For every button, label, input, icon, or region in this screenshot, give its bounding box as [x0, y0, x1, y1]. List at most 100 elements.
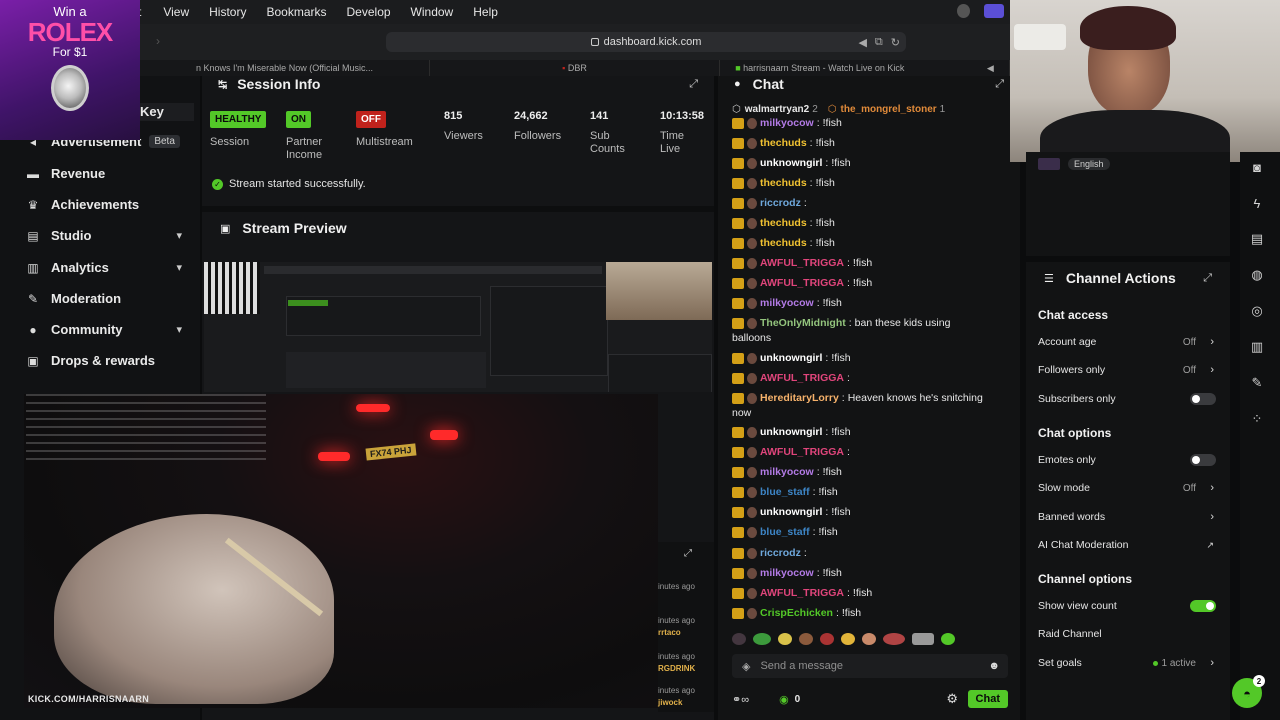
tab-music[interactable]: n Knows I'm Miserable Now (Official Musi…: [140, 60, 430, 76]
lightning-icon[interactable]: ϟ: [1248, 194, 1266, 212]
emote-icon[interactable]: [912, 633, 934, 645]
chat-username[interactable]: riccrodz: [760, 196, 801, 210]
studio-icon: ▤: [27, 228, 39, 243]
preview-thumbnail[interactable]: [204, 262, 712, 392]
address-bar[interactable]: dashboard.kick.com ◀ ⧉ ↻: [386, 32, 906, 52]
expand-icon[interactable]: ⤢: [689, 78, 698, 91]
followers-only-row[interactable]: Followers only Off ›: [1038, 364, 1218, 376]
emoji-icon[interactable]: ☻: [988, 660, 1000, 672]
screen-icon[interactable]: [984, 4, 1004, 18]
expand-icon[interactable]: ⤢: [684, 548, 692, 559]
reload-icon[interactable]: ↻: [891, 36, 900, 49]
apps-icon[interactable]: ⁘: [1248, 410, 1266, 428]
sub-counts-stat: 141 Sub Counts: [590, 110, 625, 155]
emote-icon[interactable]: [883, 633, 905, 645]
badge-icon: [732, 157, 744, 169]
chat-username[interactable]: unknowngirl: [760, 425, 822, 439]
support-chat-button[interactable]: ◓ 2: [1232, 675, 1265, 708]
menu-window[interactable]: Window: [411, 5, 454, 19]
broadcast-icon[interactable]: ◎: [1248, 302, 1266, 320]
sidebar-item-achievements[interactable]: ♛ Achievements: [26, 197, 190, 212]
emote-icon[interactable]: [778, 633, 792, 645]
ai-chat-moderation-row[interactable]: AI Chat Moderation ↗: [1038, 539, 1218, 551]
chat-username[interactable]: unknowngirl: [760, 505, 822, 519]
chat-username[interactable]: blue_staff: [760, 485, 810, 499]
chat-username[interactable]: AWFUL_TRIGGA: [760, 371, 844, 385]
chat-username[interactable]: unknowngirl: [760, 156, 822, 170]
chat-username[interactable]: CrispEchicken: [760, 606, 833, 620]
chat-username[interactable]: thechuds: [760, 236, 807, 250]
menu-help[interactable]: Help: [473, 5, 498, 19]
chat-username[interactable]: riccrodz: [760, 546, 801, 560]
banned-words-row[interactable]: Banned words ›: [1038, 511, 1218, 523]
chat-username[interactable]: unknowngirl: [760, 351, 822, 365]
menu-develop[interactable]: Develop: [347, 5, 391, 19]
chat-input[interactable]: ◈ Send a message ☻: [732, 654, 1008, 678]
chat-username[interactable]: milkyocow: [760, 296, 814, 310]
shield-icon[interactable]: ◈: [742, 660, 750, 673]
emote-icon[interactable]: [753, 633, 771, 645]
emote-icon[interactable]: [820, 633, 834, 645]
send-chat-button[interactable]: Chat: [967, 690, 1008, 708]
chat-username[interactable]: AWFUL_TRIGGA: [760, 445, 844, 459]
account-icon[interactable]: [957, 4, 970, 18]
session-stat: HEALTHY Session: [210, 110, 267, 149]
chat-username[interactable]: thechuds: [760, 176, 807, 190]
popout-icon[interactable]: ⤢: [995, 78, 1004, 91]
chat-username[interactable]: HereditaryLorry: [760, 391, 839, 405]
translate-icon[interactable]: ⧉: [875, 36, 883, 49]
document-icon[interactable]: ▤: [1248, 230, 1266, 248]
rolex-advertisement[interactable]: Win a ROLEX For $1: [0, 0, 140, 140]
tab-dbr[interactable]: ▪ DBR: [430, 60, 720, 76]
chat-username[interactable]: thechuds: [760, 216, 807, 230]
sidebar-item-revenue[interactable]: ▬ Revenue: [26, 166, 190, 181]
chat-message: milkyocow: !fish: [732, 566, 1012, 580]
camera-icon[interactable]: ◙: [1248, 158, 1266, 176]
users-icon[interactable]: ⚭∞: [732, 693, 749, 706]
chat-options-heading: Chat options: [1038, 426, 1112, 440]
emotes-only-toggle[interactable]: [1190, 454, 1216, 466]
stream-preview-title: Stream Preview: [242, 220, 347, 236]
chat-username[interactable]: AWFUL_TRIGGA: [760, 256, 844, 270]
trophy-icon: ♛: [27, 197, 39, 212]
sidebar-item-moderation[interactable]: ✎ Moderation: [26, 291, 190, 306]
chat-username[interactable]: thechuds: [760, 136, 807, 150]
menu-history[interactable]: History: [209, 5, 246, 19]
emote-icon[interactable]: [941, 633, 955, 645]
chat-username[interactable]: milkyocow: [760, 465, 814, 479]
chat-username[interactable]: AWFUL_TRIGGA: [760, 586, 844, 600]
set-goals-row[interactable]: Set goals 1 active ›: [1038, 657, 1218, 669]
subscribers-only-toggle[interactable]: [1190, 393, 1216, 405]
emote-icon[interactable]: [799, 633, 813, 645]
chat-title: Chat: [752, 76, 784, 92]
tab-kick-stream[interactable]: ■ harrisnaarn Stream - Watch Live on Kic…: [720, 60, 1010, 76]
sidebar-item-community[interactable]: ● Community ▾: [26, 322, 190, 337]
menu-bookmarks[interactable]: Bookmarks: [266, 5, 326, 19]
emote-icon[interactable]: [862, 633, 876, 645]
chat-username[interactable]: milkyocow: [760, 566, 814, 580]
slow-mode-row[interactable]: Slow mode Off ›: [1038, 482, 1218, 494]
badge-icon: [732, 217, 744, 229]
chat-username[interactable]: blue_staff: [760, 525, 810, 539]
forward-icon[interactable]: ›: [156, 34, 160, 48]
chat-username[interactable]: AWFUL_TRIGGA: [760, 276, 844, 290]
sidebar-item-drops-rewards[interactable]: ▣ Drops & rewards: [26, 353, 190, 368]
sidebar-item-analytics[interactable]: ▥ Analytics ▾: [26, 260, 190, 275]
layout-icon[interactable]: ▥: [1248, 338, 1266, 356]
emote-icon[interactable]: [732, 633, 746, 645]
menu-view[interactable]: View: [163, 5, 189, 19]
sidebar-item-studio[interactable]: ▤ Studio ▾: [26, 228, 190, 243]
chat-username[interactable]: milkyocow: [760, 116, 814, 130]
emote-icon[interactable]: [841, 633, 855, 645]
popout-icon[interactable]: ⤢: [1203, 272, 1212, 285]
chat-username[interactable]: TheOnlyMidnight: [760, 316, 846, 330]
account-age-row[interactable]: Account age Off ›: [1038, 336, 1218, 348]
sidebar-item-key-label: Key: [140, 104, 164, 119]
show-view-count-toggle[interactable]: [1190, 600, 1216, 612]
menu-bar: t View History Bookmarks Develop Window …: [0, 0, 1010, 24]
settings-gear-icon[interactable]: ⚙: [946, 691, 958, 707]
tools-icon[interactable]: ✎: [1248, 374, 1266, 392]
raid-channel-row[interactable]: Raid Channel: [1038, 628, 1218, 640]
audio-icon[interactable]: ◀: [858, 36, 866, 49]
chat-icon[interactable]: ◍: [1248, 266, 1266, 284]
